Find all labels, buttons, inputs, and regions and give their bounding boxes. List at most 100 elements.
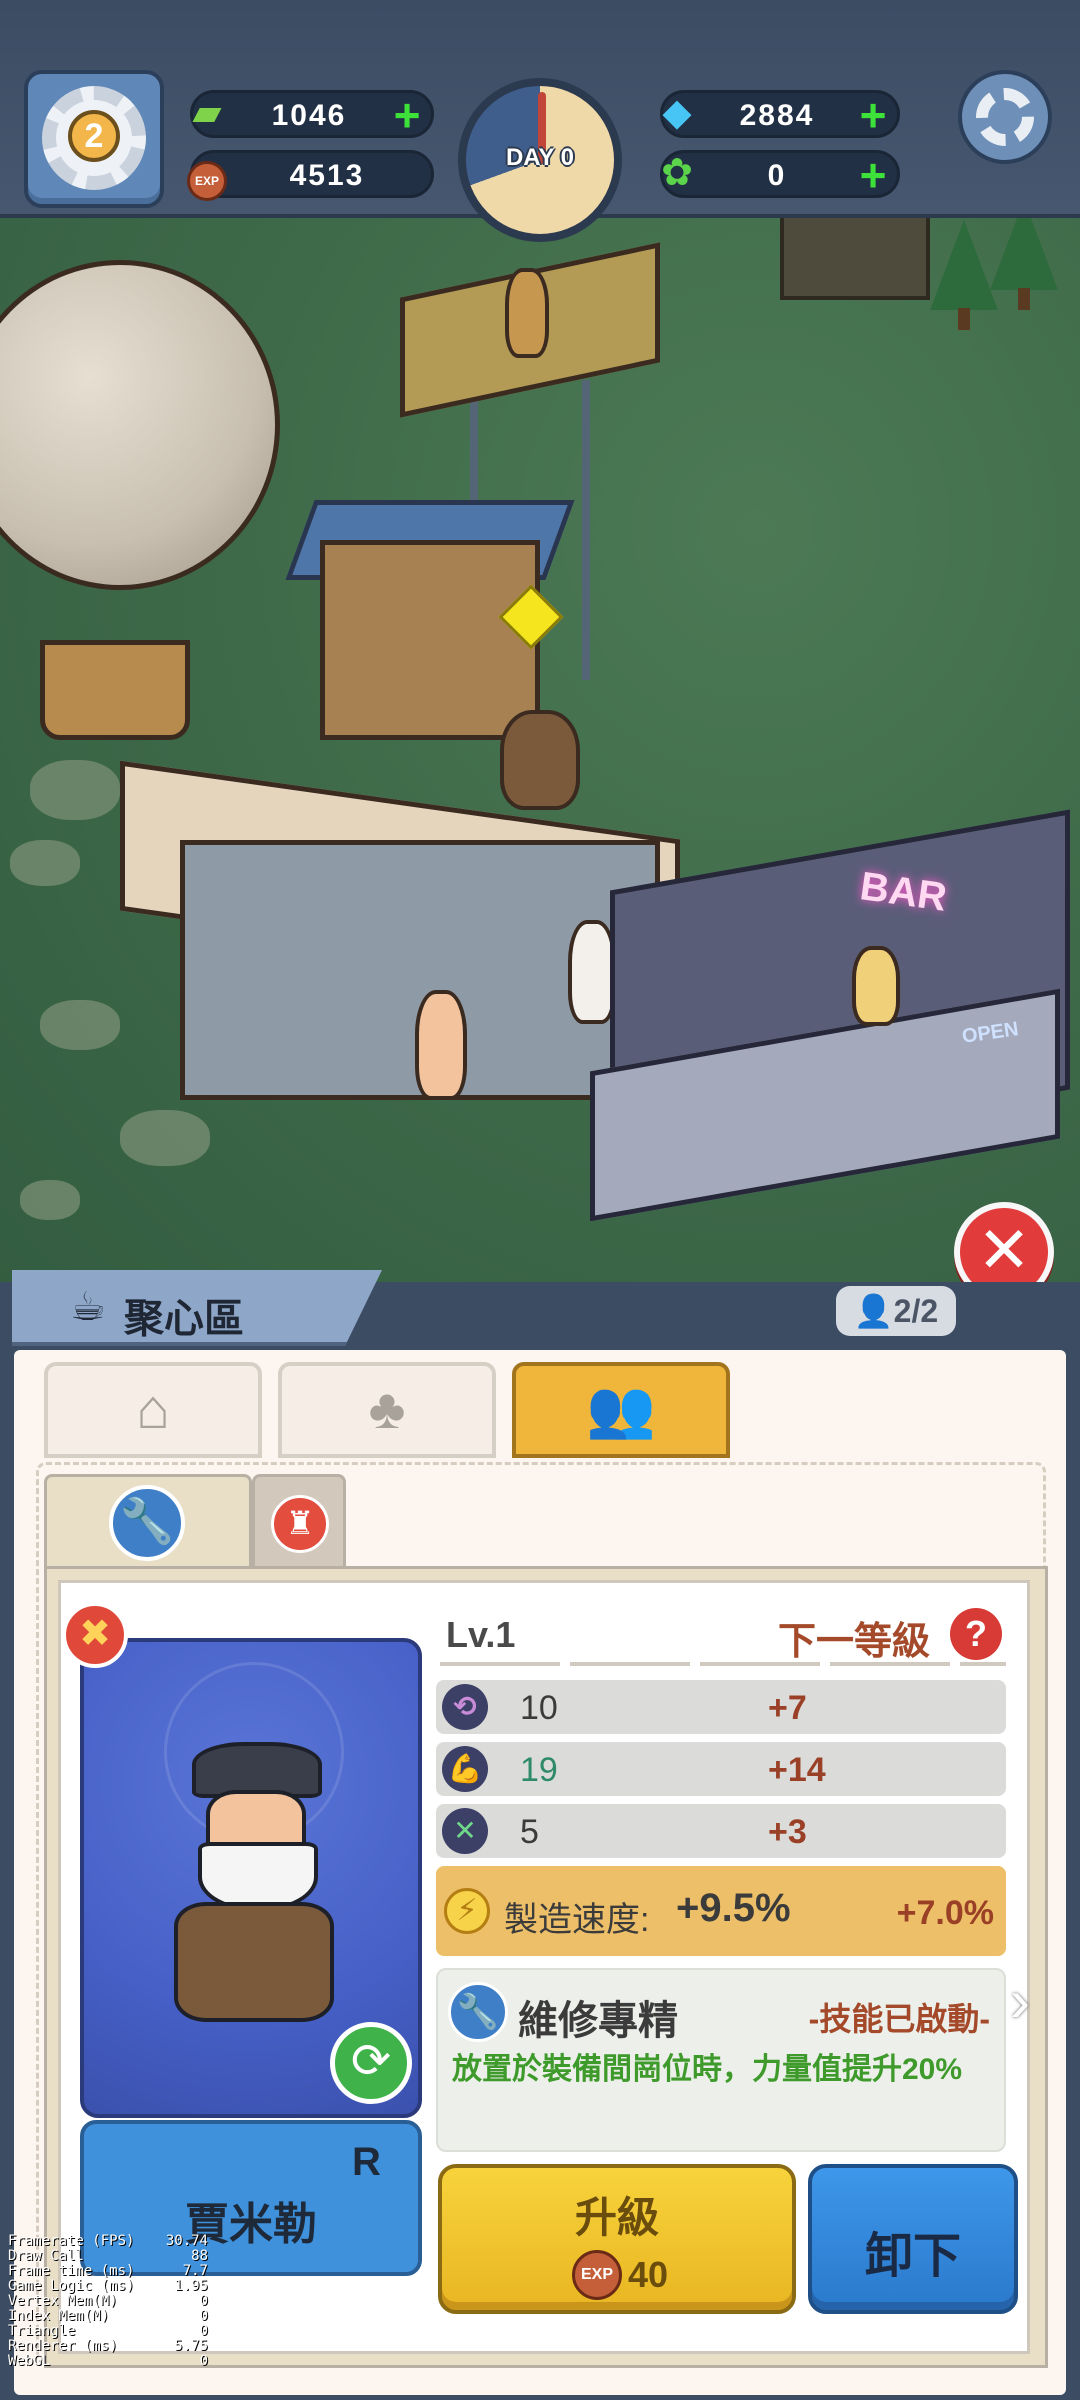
gem-counter[interactable]: ◆ 2884 + <box>660 90 900 138</box>
worker-rarity: R <box>352 2140 381 2184</box>
debug-row: Vertex Mem(M) 0 <box>8 2294 208 2309</box>
help-button[interactable]: ? <box>950 1608 1002 1660</box>
exp-counter: EXP 4513 <box>187 150 434 201</box>
debug-label: WebGL <box>8 2353 51 2369</box>
stat-row: ✕ 5 +3 <box>436 1804 1006 1858</box>
swap-worker-button[interactable]: ⟳ <box>330 2022 412 2104</box>
day-clock[interactable]: DAY 0 <box>458 78 622 242</box>
upgrade-label: 升級 <box>574 2194 659 2241</box>
production-speed-value: +9.5% <box>676 1886 791 1930</box>
ticket-icon: ✿ <box>661 152 693 194</box>
pine-tree <box>930 220 998 330</box>
debug-value: 0 <box>199 2293 208 2309</box>
gem-value: 2884 <box>739 99 815 132</box>
worker-portrait <box>174 1742 334 2042</box>
add-cash-button[interactable]: + <box>387 92 427 138</box>
strength-icon: 💪 <box>442 1746 488 1792</box>
debug-value: 7.7 <box>182 2263 208 2279</box>
ticket-counter[interactable]: ✿ 0 + <box>660 150 900 198</box>
upgrade-cost: 40 <box>628 2254 669 2295</box>
path-stone <box>120 1110 210 1166</box>
debug-label: Vertex Mem(M) <box>8 2293 118 2309</box>
debug-value: 0 <box>199 2308 208 2324</box>
debug-row: Game Logic (ms) 1.95 <box>8 2279 208 2294</box>
lookout-character[interactable] <box>505 268 549 358</box>
stat-value: 10 <box>520 1689 558 1727</box>
debug-value: 0 <box>199 2353 208 2369</box>
shack[interactable] <box>320 540 540 740</box>
player-level: 2 <box>68 110 120 162</box>
debug-row: Frame time (ms) 7.7 <box>8 2264 208 2279</box>
debug-label: Draw Call <box>8 2248 84 2264</box>
debug-label: Index Mem(M) <box>8 2308 110 2324</box>
top-hud: 2 ▰ 1046 + EXP 4513 DAY 0 ◆ 2884 + ✿ 0 + <box>0 0 1080 242</box>
path-stone <box>20 1180 80 1220</box>
gem-icon: ◆ <box>662 92 692 134</box>
balloon-basket <box>40 640 190 740</box>
settings-button[interactable] <box>958 70 1052 164</box>
person-icon: 👤 <box>853 1293 894 1329</box>
lightning-icon: ⚡ <box>444 1888 490 1934</box>
production-speed-next: +7.0% <box>896 1894 994 1932</box>
path-stone <box>40 1000 120 1050</box>
capacity-value: 2/2 <box>893 1293 939 1329</box>
debug-label: Frame time (ms) <box>8 2263 135 2279</box>
stat-bonus: +3 <box>768 1813 807 1851</box>
wrench-icon: 🔧 <box>109 1485 185 1561</box>
skill-description: 放置於裝備間崗位時，力量值提升20% <box>452 2053 963 2086</box>
worker-character[interactable] <box>500 710 580 810</box>
skill-icon: ⟲ <box>442 1684 488 1730</box>
cash-counter[interactable]: ▰ 1046 + <box>190 90 434 138</box>
stat-value: 5 <box>520 1813 539 1851</box>
tree-icon: ♣ <box>368 1377 406 1440</box>
debug-row: Framerate (FPS) 30.74 <box>8 2234 208 2249</box>
unload-button[interactable]: 卸下 <box>808 2164 1018 2314</box>
tab-decorations[interactable]: ♣ <box>278 1362 496 1458</box>
tab-workers[interactable]: 👥 <box>512 1362 730 1458</box>
tab-maintenance[interactable]: 🔧 <box>44 1474 252 1566</box>
ticket-value: 0 <box>767 159 787 192</box>
debug-label: Game Logic (ms) <box>8 2278 135 2294</box>
survivor-character[interactable] <box>415 990 467 1100</box>
stat-row: ⟲ 10 +7 <box>436 1680 1006 1734</box>
debug-stats: Framerate (FPS) 30.74 Draw Call 88 Frame t… <box>8 2234 208 2369</box>
tab-defense[interactable]: ♜ <box>252 1474 346 1566</box>
path-stone <box>10 840 80 886</box>
exp-icon: EXP <box>572 2250 622 2300</box>
skill-status: -技能已啟動- <box>808 2001 990 2037</box>
add-tickets-button[interactable]: + <box>853 152 893 198</box>
debug-value: 0 <box>199 2323 208 2339</box>
capacity-badge: 👤2/2 <box>836 1286 956 1336</box>
debug-value: 5.75 <box>174 2338 208 2354</box>
debug-row: Draw Call 88 <box>8 2249 208 2264</box>
stat-bonus: +14 <box>768 1751 826 1789</box>
nurse-character[interactable] <box>568 920 616 1024</box>
next-level-label: 下一等級 <box>778 1621 931 1663</box>
debug-label: Renderer (ms) <box>8 2338 118 2354</box>
tools-icon: ✕ <box>442 1808 488 1854</box>
next-worker-arrow-icon[interactable]: › <box>1010 1966 1030 2035</box>
player-level-button[interactable]: 2 <box>24 70 164 208</box>
debug-label: Triangle <box>8 2323 76 2339</box>
add-gems-button[interactable]: + <box>853 92 893 138</box>
unload-label: 卸下 <box>864 2230 961 2283</box>
debug-value: 88 <box>191 2248 208 2264</box>
upgrade-button[interactable]: 升級 EXP 40 <box>438 2164 796 2314</box>
stat-value: 19 <box>520 1751 558 1789</box>
hot-air-balloon[interactable] <box>0 260 280 590</box>
gear-icon <box>976 88 1034 146</box>
exp-icon: EXP <box>179 145 235 201</box>
tab-buildings[interactable]: ⌂ <box>44 1362 262 1458</box>
exp-value: 4513 <box>289 159 365 192</box>
area-title-tab: ☕ 聚心區 <box>12 1270 382 1346</box>
bartender-character[interactable] <box>852 946 900 1026</box>
debug-label: Framerate (FPS) <box>8 2233 135 2249</box>
debug-value: 30.74 <box>165 2233 208 2249</box>
dismiss-worker-button[interactable]: ✖ <box>62 1602 128 1668</box>
people-icon: 👥 <box>586 1377 656 1440</box>
cash-value: 1046 <box>271 99 347 132</box>
production-speed-label: 製造速度: <box>504 1901 650 1939</box>
stat-row: 💪 19 +14 <box>436 1742 1006 1796</box>
house-icon: ⌂ <box>136 1377 170 1440</box>
wrench-icon: 🔧 <box>448 1982 508 2042</box>
